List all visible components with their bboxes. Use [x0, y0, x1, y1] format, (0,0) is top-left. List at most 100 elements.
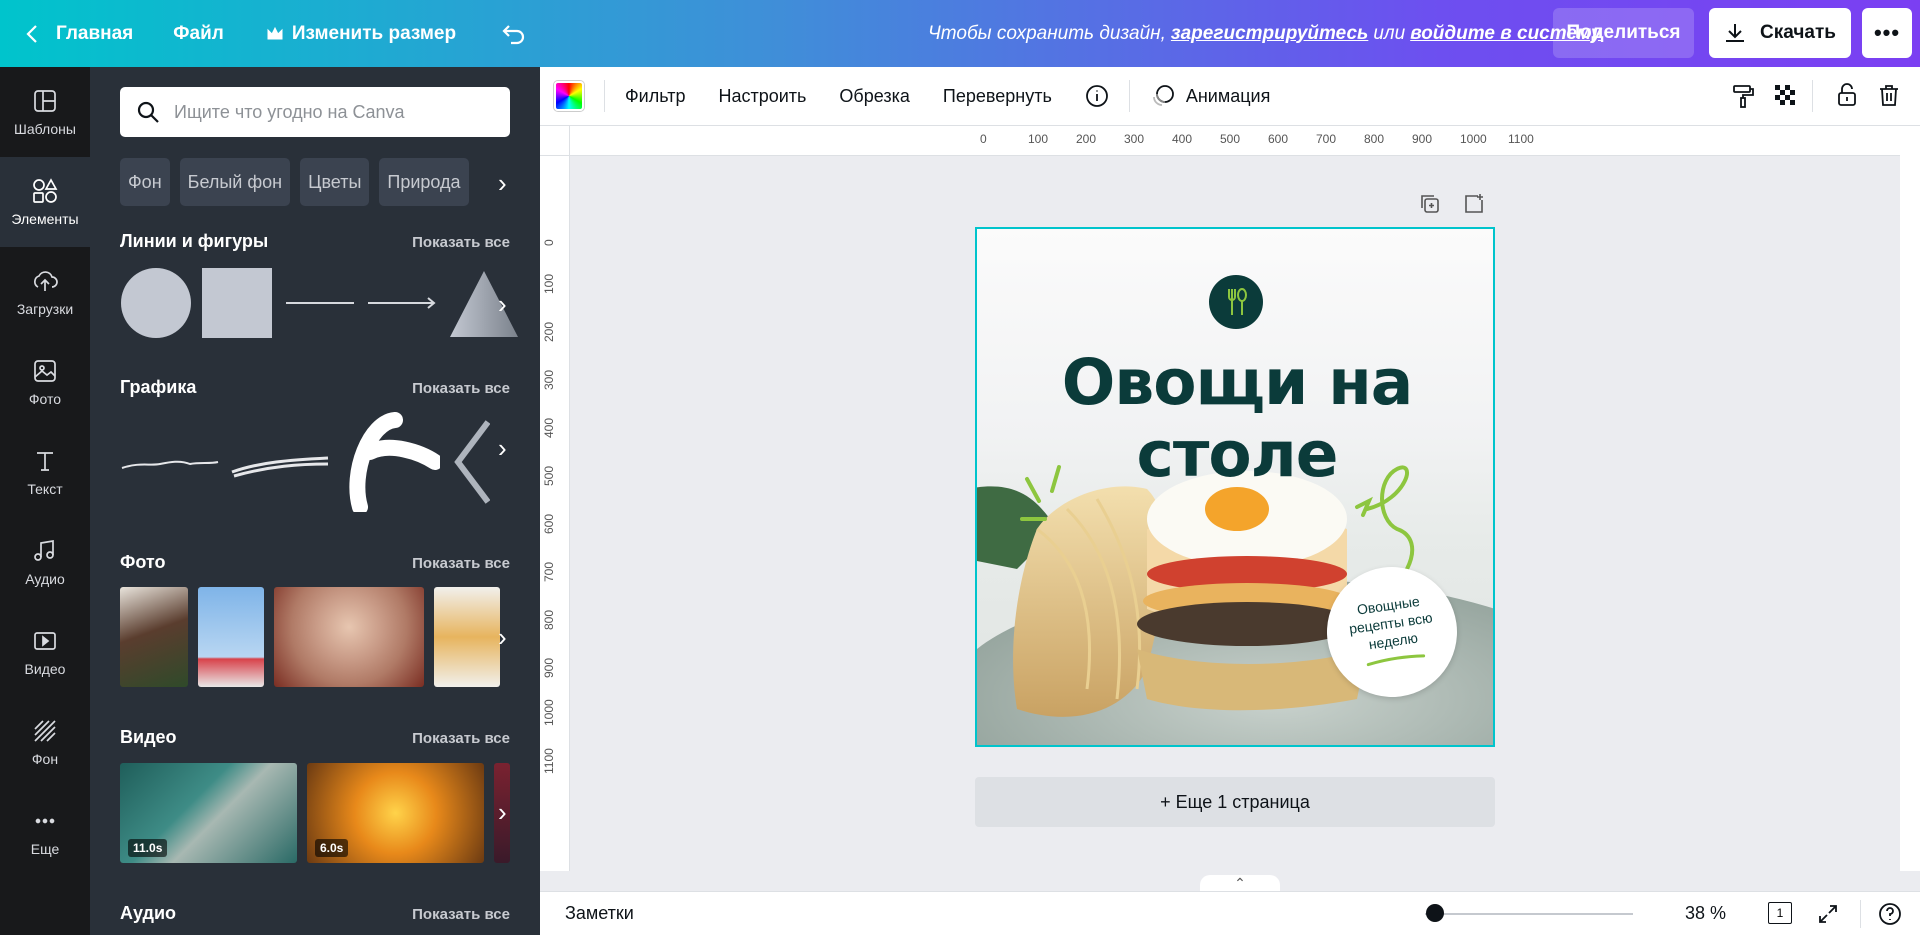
- ruler-tick-label: 1000: [542, 699, 556, 726]
- more-options-button[interactable]: •••: [1862, 8, 1912, 58]
- video-thumb-fire[interactable]: 6.0s: [307, 763, 484, 863]
- nav-uploads[interactable]: Загрузки: [0, 247, 90, 337]
- zoom-value[interactable]: 38 %: [1685, 903, 1726, 924]
- paint-roller-icon[interactable]: [1730, 83, 1756, 109]
- photo-thumb-woman-leaf[interactable]: [120, 587, 188, 687]
- nav-photos[interactable]: Фото: [0, 337, 90, 427]
- undo-button[interactable]: [502, 0, 526, 67]
- or-text: или: [1373, 22, 1406, 44]
- brush-stroke-graphic[interactable]: [230, 412, 330, 512]
- add-page-button[interactable]: + Еще 1 страница: [975, 777, 1495, 827]
- elements-panel: Фон Белый фон Цветы Природа › Линии и фи…: [90, 67, 540, 935]
- chevron-right-icon[interactable]: ›: [498, 622, 507, 653]
- filter-button[interactable]: Фильтр: [625, 86, 685, 107]
- register-link[interactable]: зарегистрируйтесь: [1171, 23, 1368, 45]
- shapes-row: [120, 267, 520, 339]
- show-all-graphics[interactable]: Показать все: [412, 380, 510, 397]
- triangle-shape[interactable]: [448, 267, 520, 339]
- home-button[interactable]: Главная: [26, 0, 133, 67]
- duplicate-page-icon[interactable]: [1418, 192, 1442, 216]
- nav-text[interactable]: Текст: [0, 427, 90, 517]
- chevron-right-icon[interactable]: ›: [498, 289, 507, 320]
- search-input[interactable]: [174, 101, 494, 123]
- nav-elements[interactable]: Элементы: [0, 157, 90, 247]
- lock-icon[interactable]: [1834, 82, 1860, 108]
- nav-templates[interactable]: Шаблоны: [0, 67, 90, 157]
- cloud-upload-icon: [34, 271, 58, 291]
- search-box[interactable]: [120, 87, 510, 137]
- download-icon: [1726, 24, 1745, 42]
- chevron-right-icon[interactable]: ›: [498, 168, 507, 199]
- nav-label: Фото: [28, 391, 62, 407]
- nav-more[interactable]: Еще: [0, 787, 90, 877]
- section-title-graphics: Графика: [120, 377, 197, 397]
- nav-audio[interactable]: Аудио: [0, 517, 90, 607]
- design-headline[interactable]: Овощи на столе: [977, 347, 1493, 491]
- flip-button[interactable]: Перевернуть: [943, 86, 1052, 107]
- chip-flowers[interactable]: Цветы: [300, 158, 370, 206]
- show-all-audio[interactable]: Показать все: [412, 906, 510, 923]
- ruler-tick-label: 0: [980, 132, 987, 146]
- chevron-right-icon[interactable]: ›: [498, 433, 507, 464]
- nav-video[interactable]: Видео: [0, 607, 90, 697]
- ruler-tick-label: 400: [1172, 132, 1193, 146]
- vertical-ruler: 0 100 200 300 400 500 600 700 800 900 1000 1100: [540, 156, 570, 871]
- chip-white-background[interactable]: Белый фон: [179, 158, 291, 206]
- chip-background[interactable]: Фон: [120, 158, 170, 206]
- ruler-tick-label: 900: [542, 657, 556, 678]
- photo-thumb-hijab-woman[interactable]: [274, 587, 424, 687]
- horizontal-ruler: 0 100 200 300 400 500 600 700 800 900 1000 1100: [570, 126, 1900, 156]
- fullscreen-icon[interactable]: [1816, 902, 1840, 926]
- adjust-button[interactable]: Настроить: [718, 86, 806, 107]
- scribble-line-graphic[interactable]: [120, 412, 220, 512]
- zoom-slider-thumb[interactable]: [1426, 904, 1445, 922]
- resize-button[interactable]: Изменить размер: [266, 0, 456, 67]
- animation-button[interactable]: Анимация: [1186, 86, 1271, 107]
- notes-button[interactable]: Заметки: [565, 903, 634, 924]
- show-all-videos[interactable]: Показать все: [412, 730, 510, 747]
- ruler-tick-label: 800: [1364, 132, 1385, 146]
- ruler-tick-label: 200: [542, 321, 556, 342]
- show-all-photos[interactable]: Показать все: [412, 555, 510, 572]
- section-title-photos: Фото: [120, 552, 166, 572]
- trash-icon[interactable]: [1876, 82, 1902, 108]
- videos-row: 11.0s 6.0s: [120, 763, 510, 863]
- chip-nature[interactable]: Природа: [379, 158, 469, 206]
- transparency-icon[interactable]: [1773, 83, 1799, 109]
- design-canvas[interactable]: Овощи на столе Овощные рецепты всю недел…: [975, 227, 1495, 747]
- elements-icon: [33, 178, 58, 203]
- vertical-scrollbar[interactable]: [1900, 126, 1920, 871]
- side-nav: Шаблоны Элементы Загрузки Фото Текст Ауд…: [0, 67, 90, 935]
- curved-stroke-graphic[interactable]: [340, 412, 440, 512]
- crop-button[interactable]: Обрезка: [839, 86, 909, 107]
- nav-background[interactable]: Фон: [0, 697, 90, 787]
- page-count-button[interactable]: 1: [1768, 902, 1792, 924]
- ruler-tick-label: 100: [1028, 132, 1049, 146]
- help-icon[interactable]: [1878, 902, 1902, 926]
- download-button[interactable]: Скачать: [1709, 8, 1851, 58]
- photo-thumb-fruit[interactable]: [434, 587, 500, 687]
- arrow-line-shape[interactable]: [366, 267, 438, 339]
- circle-shape[interactable]: [120, 267, 192, 339]
- square-shape[interactable]: [202, 267, 274, 339]
- share-button[interactable]: Поделиться: [1553, 8, 1694, 58]
- chevron-right-icon[interactable]: ›: [498, 797, 507, 828]
- info-icon[interactable]: [1085, 84, 1109, 108]
- photo-icon: [34, 360, 56, 382]
- file-menu[interactable]: Файл: [173, 0, 224, 67]
- zoom-slider-track[interactable]: [1425, 913, 1633, 915]
- show-all-lines-shapes[interactable]: Показать все: [412, 234, 510, 251]
- nav-label: Еще: [30, 841, 60, 857]
- page-actions: [1418, 192, 1486, 216]
- add-page-icon[interactable]: [1462, 192, 1486, 216]
- utensils-logo[interactable]: [1209, 275, 1263, 329]
- chevron-brush-graphic[interactable]: [450, 412, 490, 512]
- line-shape[interactable]: [284, 267, 356, 339]
- background-pattern-icon: [34, 720, 56, 742]
- more-dots-icon: [35, 818, 55, 824]
- color-picker-button[interactable]: [554, 81, 584, 111]
- photo-thumb-sky[interactable]: [198, 587, 264, 687]
- ruler-tick-label: 100: [542, 273, 556, 294]
- nav-label: Загрузки: [16, 301, 74, 317]
- video-thumb-aerial[interactable]: 11.0s: [120, 763, 297, 863]
